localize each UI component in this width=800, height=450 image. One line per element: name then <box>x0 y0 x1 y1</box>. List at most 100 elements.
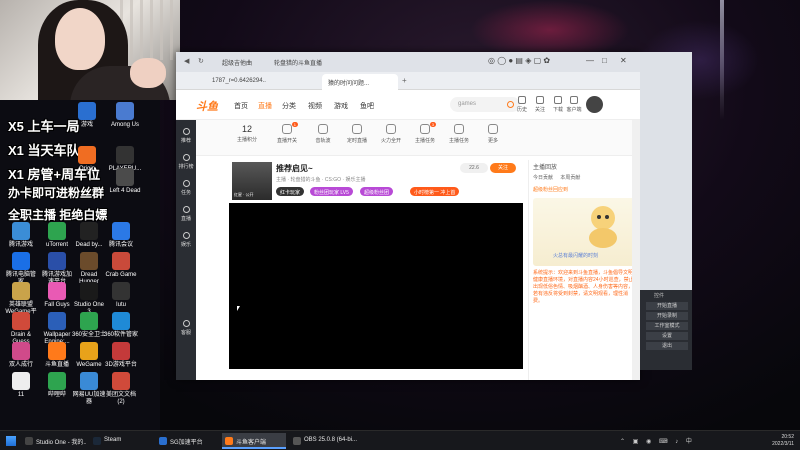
overlay-banner: 办卡即可进粉丝群 <box>8 186 105 200</box>
desktop-icon[interactable]: 网易UU加速器 <box>72 372 106 406</box>
nav-video[interactable]: 视频 <box>308 101 322 111</box>
desktop-icon[interactable]: 游戏 <box>70 102 104 129</box>
tab-title[interactable]: 轮盘猎的斗鱼直播 <box>268 54 328 70</box>
maximize-icon[interactable]: □ <box>602 56 607 65</box>
desktop-icon[interactable]: 360软件管家 <box>104 312 138 339</box>
clock[interactable]: 20:52 2022/3/11 <box>772 434 794 448</box>
taskbar-item[interactable]: OBS 25.0.8 (64-bi... <box>290 433 372 449</box>
desktop-icon[interactable]: uTorrent <box>40 222 74 249</box>
history-icon <box>518 96 526 104</box>
desktop-icon[interactable]: 腾讯游戏 <box>4 222 38 249</box>
taskbar-item[interactable]: Steam <box>90 433 152 449</box>
background-fence <box>120 0 180 60</box>
scrollbar[interactable] <box>632 120 640 380</box>
nav-game[interactable]: 游戏 <box>334 101 348 111</box>
desktop-icon[interactable]: WeGame <box>72 342 106 369</box>
nav-home[interactable]: 首页 <box>234 101 248 111</box>
desktop-icon[interactable]: 腾讯游戏加速平台 <box>40 252 74 286</box>
more-icon <box>488 124 498 134</box>
rail-item-recommend[interactable]: 推荐 <box>176 128 196 144</box>
tool-audio[interactable]: 音轨波 <box>308 124 338 144</box>
minimize-icon[interactable]: — <box>586 56 594 65</box>
tab-title[interactable]: 超级吉他曲 <box>216 54 258 70</box>
desktop-icon-label: 哔哩哔 <box>47 392 66 398</box>
app-icon <box>12 282 30 300</box>
taskbar-item-label: OBS 25.0.8 (64-bi... <box>304 437 358 443</box>
desktop-icon[interactable]: Iutu <box>104 282 138 309</box>
desktop-icon[interactable]: 双人成行 <box>4 342 38 369</box>
obs-start-stream-button[interactable]: 开始直播 <box>646 302 688 310</box>
room-avatar[interactable]: 红星 · 公开 <box>232 162 272 200</box>
desktop-icon[interactable]: 腾讯电脑管家 <box>4 252 38 286</box>
video-player[interactable] <box>229 203 523 369</box>
new-tab-icon[interactable]: + <box>402 76 407 85</box>
desktop-icon[interactable]: Crab Game <box>104 252 138 279</box>
desktop-icon[interactable]: Fall Guys <box>40 282 74 309</box>
tool-live-switch[interactable]: 1 直播开关 <box>272 122 302 144</box>
desktop-icon-label: 斗鱼直播 <box>44 362 69 368</box>
tab-week[interactable]: 本周贡献 <box>560 175 580 181</box>
desktop-icon[interactable]: 360安全卫士 <box>72 312 106 339</box>
tab-active[interactable]: 猿的时问问题... <box>322 74 398 90</box>
desktop-icon[interactable]: Drain & Guess <box>4 312 38 346</box>
trophy-icon <box>182 232 190 239</box>
taskbar-item[interactable]: SG加速平台 <box>156 433 218 449</box>
history-button[interactable]: 历史 <box>512 96 532 113</box>
tool-tasks[interactable]: 3 主播任务 <box>410 122 440 144</box>
desktop-icon[interactable]: Dead by... <box>72 222 106 249</box>
chat-ad-banner[interactable]: 火总有最闪耀的时刻 <box>533 198 637 266</box>
rail-item-support[interactable]: 客服 <box>176 320 196 336</box>
obs-studio-mode-button[interactable]: 工作室模式 <box>646 322 688 330</box>
desktop-icon[interactable]: 3D游戏平台 <box>104 342 138 369</box>
desktop-icon[interactable]: 11 <box>4 372 38 399</box>
site-logo[interactable]: 斗鱼 <box>196 98 218 114</box>
follow-button[interactable]: 关注 <box>490 163 516 173</box>
rail-item-task[interactable]: 任务 <box>176 180 196 196</box>
obs-exit-button[interactable]: 退出 <box>646 342 688 350</box>
nav-category[interactable]: 分类 <box>282 101 296 111</box>
obs-start-record-button[interactable]: 开始录制 <box>646 312 688 320</box>
desktop-icon[interactable]: 哔哩哔 <box>40 372 74 399</box>
streamer-toolbar: 12 主播积分 1 直播开关 音轨波 定时直播 火力全开 3 主播任务 主播任务 更多 <box>196 120 640 156</box>
desktop-icon[interactable]: Left 4 Dead <box>108 168 142 195</box>
desktop-icon[interactable]: Origin <box>70 146 104 173</box>
rail-item-fun[interactable]: 娱乐 <box>176 232 196 248</box>
tool-fire[interactable]: 火力全开 <box>376 124 406 144</box>
tool-more[interactable]: 更多 <box>478 124 508 144</box>
nav-forum[interactable]: 鱼吧 <box>360 101 374 111</box>
tool-points[interactable]: 12 主播积分 <box>232 124 262 143</box>
search-input[interactable]: games <box>450 97 520 112</box>
tab-address[interactable]: 1787_r=0.6426294.. <box>206 74 316 90</box>
room-badge[interactable]: 红卡玩家 <box>276 187 305 196</box>
rail-item-live[interactable]: 直播 <box>176 206 196 222</box>
toolbar-icons[interactable]: ◎ ◯ ● ▤ ◈ ▢ ✿ <box>488 56 550 65</box>
desktop-icon[interactable]: 斗鱼直播 <box>40 342 74 369</box>
client-icon <box>570 96 578 104</box>
windows-start-icon[interactable] <box>6 436 16 446</box>
system-tray-icons[interactable]: ⌃ ▣ ◉ ⌨ ♪ 中 <box>620 436 695 445</box>
desktop-icon[interactable]: 美团文文档(2) <box>104 372 138 406</box>
tool-tasks-2[interactable]: 主播任务 <box>444 124 474 144</box>
room-badge[interactable]: 粉丝团玩家 LV5 <box>310 187 353 196</box>
desktop-icon[interactable]: 腾讯会议 <box>104 222 138 249</box>
room-badge[interactable]: 小时榜第一 冲上首 <box>410 187 460 196</box>
rail-item-rank[interactable]: 排行榜 <box>176 154 196 170</box>
back-icon[interactable]: ◀ <box>184 57 189 65</box>
taskbar-item[interactable]: 斗鱼客户端 <box>222 433 286 449</box>
refresh-icon[interactable]: ↻ <box>198 57 204 65</box>
desktop-icon[interactable]: Wallpaper Engine:... <box>40 312 74 346</box>
desktop-icon[interactable]: Studio One 3 <box>72 282 106 316</box>
client-button[interactable]: 客户端 <box>564 96 584 113</box>
close-icon[interactable]: ✕ <box>620 56 627 65</box>
room-badge[interactable]: 超级粉丝团 <box>360 187 394 196</box>
desktop-icon[interactable]: Dread Hunger <box>72 252 106 286</box>
avatar[interactable] <box>586 96 603 113</box>
nav-live[interactable]: 直播 <box>258 101 272 111</box>
taskbar-item[interactable]: Studio One - 我的... <box>22 433 86 449</box>
webcam-overlay <box>0 0 180 100</box>
desktop-icon[interactable]: Among Us <box>108 102 142 129</box>
tab-today[interactable]: 今日贡献 <box>533 175 553 181</box>
tool-schedule[interactable]: 定时直播 <box>342 124 372 144</box>
follow-list-button[interactable]: 关注 <box>530 96 550 113</box>
obs-settings-button[interactable]: 设置 <box>646 332 688 340</box>
